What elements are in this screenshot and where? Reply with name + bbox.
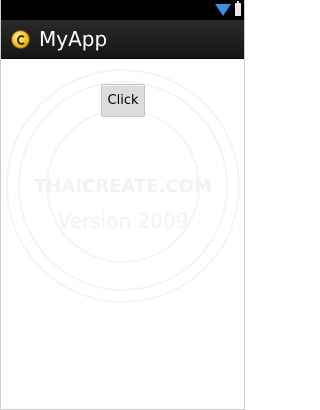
watermark-brand: THAICREATE.COM [34,176,212,197]
signal-icon [215,4,231,16]
battery-icon [235,1,241,16]
click-button[interactable]: Click [101,84,145,117]
app-icon [12,30,29,48]
app-title: MyApp [39,27,108,51]
watermark-version: Version 2009 [58,209,189,233]
phone-screen: MyApp THAICREATE.COM Version 2009 Click [0,0,245,410]
status-bar [1,0,244,20]
action-bar: MyApp [1,20,244,59]
